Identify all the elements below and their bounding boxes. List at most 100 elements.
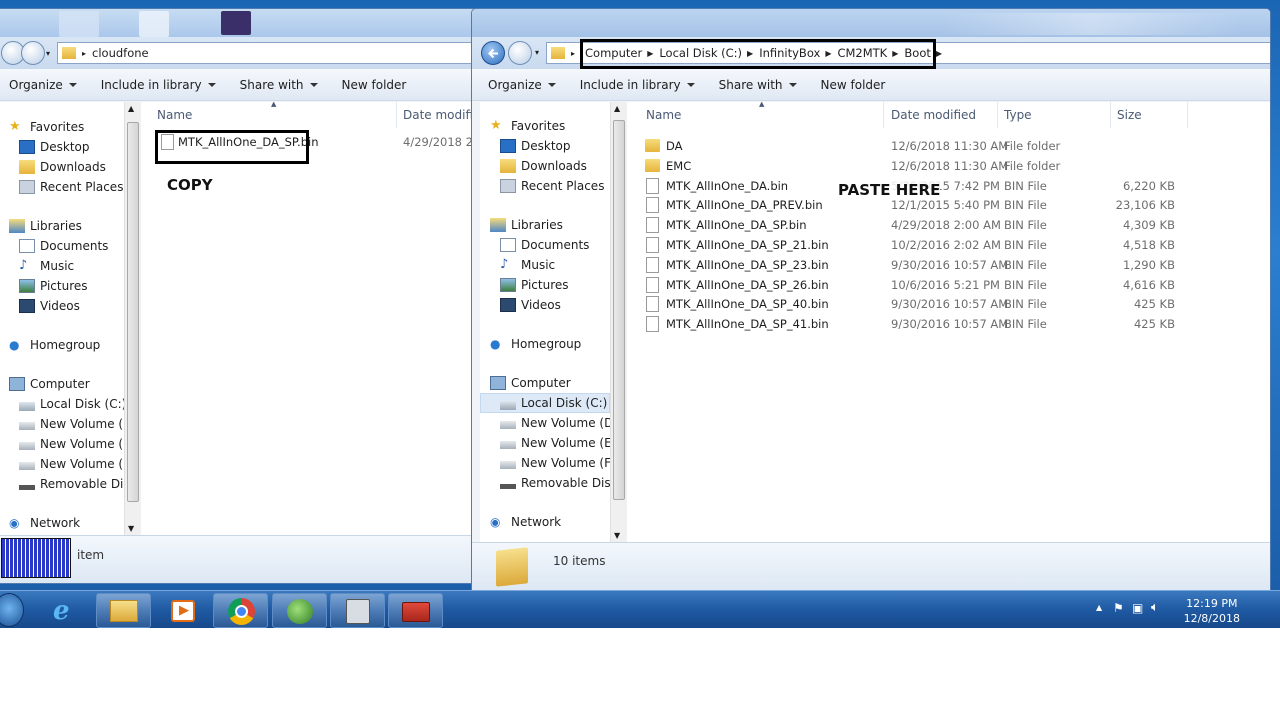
- nav-local-disk-c[interactable]: Local Disk (C:): [500, 396, 607, 410]
- left-nav-scrollbar[interactable]: ▲ ▼: [124, 102, 141, 535]
- nav-removable-disk[interactable]: Removable Disk (: [500, 476, 610, 490]
- forward-button[interactable]: [21, 41, 45, 65]
- column-size[interactable]: Size: [1117, 108, 1142, 122]
- folder-row[interactable]: EMC 12/6/2018 11:30 AM File folder: [627, 156, 1270, 176]
- nav-downloads[interactable]: Downloads: [500, 159, 587, 173]
- nav-libraries[interactable]: Libraries: [9, 219, 82, 233]
- nav-new-volume-e[interactable]: New Volume (E:): [500, 436, 610, 450]
- nav-new-volume-d[interactable]: New Volume (D:): [19, 417, 124, 431]
- volume-icon[interactable]: 🔈︎: [1151, 600, 1159, 615]
- show-hidden-icons-icon[interactable]: ▲: [1096, 603, 1102, 612]
- scroll-thumb[interactable]: [127, 122, 139, 502]
- left-title-bar[interactable]: [0, 9, 473, 39]
- share-with-label: Share with: [239, 77, 304, 92]
- nav-downloads[interactable]: Downloads: [19, 160, 106, 174]
- nav-music[interactable]: ♪ Music: [19, 259, 74, 274]
- file-row[interactable]: MTK_AllInOne_DA_SP_40.bin 9/30/2016 10:57…: [627, 294, 1270, 314]
- column-divider[interactable]: [997, 102, 998, 128]
- nav-new-volume-f[interactable]: New Volume (F:): [19, 457, 124, 471]
- nav-label: Local Disk (C:): [521, 396, 608, 410]
- taskbar-clock[interactable]: 12:19 PM 12/8/2018: [1184, 596, 1240, 626]
- nav-videos[interactable]: Videos: [500, 298, 561, 312]
- taskbar-internet-explorer[interactable]: e: [38, 593, 93, 628]
- taskbar-media-player[interactable]: ▶: [154, 593, 209, 628]
- nav-documents[interactable]: Documents: [19, 239, 108, 253]
- nav-removable-disk[interactable]: Removable Disk (: [19, 477, 124, 491]
- forward-button[interactable]: [508, 41, 532, 65]
- file-row[interactable]: MTK_AllInOne_DA_SP_21.bin 10/2/2016 2:02 …: [627, 235, 1270, 255]
- nav-label: Local Disk (C:): [40, 397, 124, 411]
- folder-icon: [645, 158, 660, 172]
- nav-computer[interactable]: Computer: [9, 377, 90, 391]
- right-nav-scrollbar[interactable]: ▲ ▼: [610, 102, 627, 542]
- nav-favorites[interactable]: ★ Favorites: [490, 119, 565, 134]
- nav-network[interactable]: ◉ Network: [9, 516, 80, 530]
- breadcrumb-chevron-icon[interactable]: ▸: [571, 49, 575, 58]
- taskbar-download-manager[interactable]: [272, 593, 327, 628]
- include-in-library-menu[interactable]: Include in library: [580, 78, 695, 92]
- scroll-up-icon[interactable]: ▲: [128, 104, 134, 113]
- nav-new-volume-e[interactable]: New Volume (E:): [19, 437, 124, 451]
- nav-network[interactable]: ◉ Network: [490, 515, 561, 529]
- nav-music[interactable]: ♪ Music: [500, 258, 555, 273]
- share-with-menu[interactable]: Share with: [719, 78, 797, 92]
- file-row[interactable]: MTK_AllInOne_DA_SP.bin 4/29/2018 2:00 AM B…: [627, 215, 1270, 235]
- scroll-up-icon[interactable]: ▲: [614, 104, 620, 113]
- nav-recent-places[interactable]: Recent Places: [500, 179, 604, 193]
- scroll-down-icon[interactable]: ▼: [128, 524, 134, 533]
- scroll-down-icon[interactable]: ▼: [614, 531, 620, 540]
- taskbar-chrome[interactable]: [213, 593, 268, 628]
- recent-pages-chevron-icon[interactable]: ▾: [46, 49, 50, 58]
- column-divider[interactable]: [1187, 102, 1188, 128]
- nav-desktop[interactable]: Desktop: [500, 139, 571, 153]
- organize-menu[interactable]: Organize: [9, 78, 77, 92]
- column-date-modified[interactable]: Date modified: [403, 108, 473, 122]
- column-type[interactable]: Type: [1004, 108, 1032, 122]
- nav-homegroup[interactable]: ● Homegroup: [9, 338, 100, 352]
- start-orb-icon[interactable]: [0, 593, 24, 627]
- nav-local-disk-c[interactable]: Local Disk (C:): [19, 397, 124, 411]
- nav-homegroup[interactable]: ● Homegroup: [490, 337, 581, 351]
- nav-desktop[interactable]: Desktop: [19, 140, 90, 154]
- organize-menu[interactable]: Organize: [488, 78, 556, 92]
- taskbar-windows-explorer[interactable]: [96, 593, 151, 628]
- nav-favorites[interactable]: ★ Favorites: [9, 120, 84, 135]
- column-name[interactable]: Name: [646, 108, 681, 122]
- column-divider[interactable]: [396, 102, 397, 128]
- new-folder-button[interactable]: New folder: [821, 78, 886, 92]
- breadcrumb-chevron-icon[interactable]: ▸: [82, 49, 86, 58]
- file-row[interactable]: MTK_AllInOne_DA_SP_26.bin 10/6/2016 5:21 …: [627, 275, 1270, 295]
- breadcrumb-item[interactable]: cloudfone: [92, 46, 149, 60]
- removable-drive-icon: [500, 483, 516, 489]
- nav-pictures[interactable]: Pictures: [500, 278, 569, 292]
- file-row[interactable]: MTK_AllInOne_DA.bin 5/26/2015 7:42 PM BIN …: [627, 176, 1270, 196]
- back-button[interactable]: [481, 41, 505, 65]
- share-with-menu[interactable]: Share with: [240, 78, 318, 92]
- nav-libraries[interactable]: Libraries: [490, 218, 563, 232]
- nav-pictures[interactable]: Pictures: [19, 279, 88, 293]
- nav-recent-places[interactable]: Recent Places: [19, 180, 123, 194]
- nav-documents[interactable]: Documents: [500, 238, 589, 252]
- include-in-library-menu[interactable]: Include in library: [101, 78, 216, 92]
- column-date-modified[interactable]: Date modified: [891, 108, 976, 122]
- action-center-flag-icon[interactable]: ⚑: [1113, 601, 1124, 615]
- nav-new-volume-d[interactable]: New Volume (D:): [500, 416, 610, 430]
- column-name[interactable]: Name: [157, 108, 192, 122]
- file-row[interactable]: MTK_AllInOne_DA_SP_23.bin 9/30/2016 10:57…: [627, 255, 1270, 275]
- left-address-bar[interactable]: ▸ cloudfone: [57, 42, 473, 64]
- taskbar-toolbox[interactable]: [388, 593, 443, 628]
- taskbar-disk-utility[interactable]: [330, 593, 385, 628]
- nav-new-volume-f[interactable]: New Volume (F:): [500, 456, 610, 470]
- scroll-thumb[interactable]: [613, 120, 625, 500]
- nav-computer[interactable]: Computer: [490, 376, 571, 390]
- file-row[interactable]: MTK_AllInOne_DA_PREV.bin 12/1/2015 5:40 P…: [627, 195, 1270, 215]
- column-divider[interactable]: [883, 102, 884, 128]
- new-folder-button[interactable]: New folder: [342, 78, 407, 92]
- column-divider[interactable]: [1110, 102, 1111, 128]
- folder-row[interactable]: DA 12/6/2018 11:30 AM File folder: [627, 136, 1270, 156]
- recent-pages-chevron-icon[interactable]: ▾: [535, 48, 539, 57]
- nav-videos[interactable]: Videos: [19, 299, 80, 313]
- file-row[interactable]: MTK_AllInOne_DA_SP_41.bin 9/30/2016 10:57…: [627, 314, 1270, 334]
- right-title-bar[interactable]: [472, 9, 1270, 39]
- network-tray-icon[interactable]: ▣: [1132, 601, 1143, 615]
